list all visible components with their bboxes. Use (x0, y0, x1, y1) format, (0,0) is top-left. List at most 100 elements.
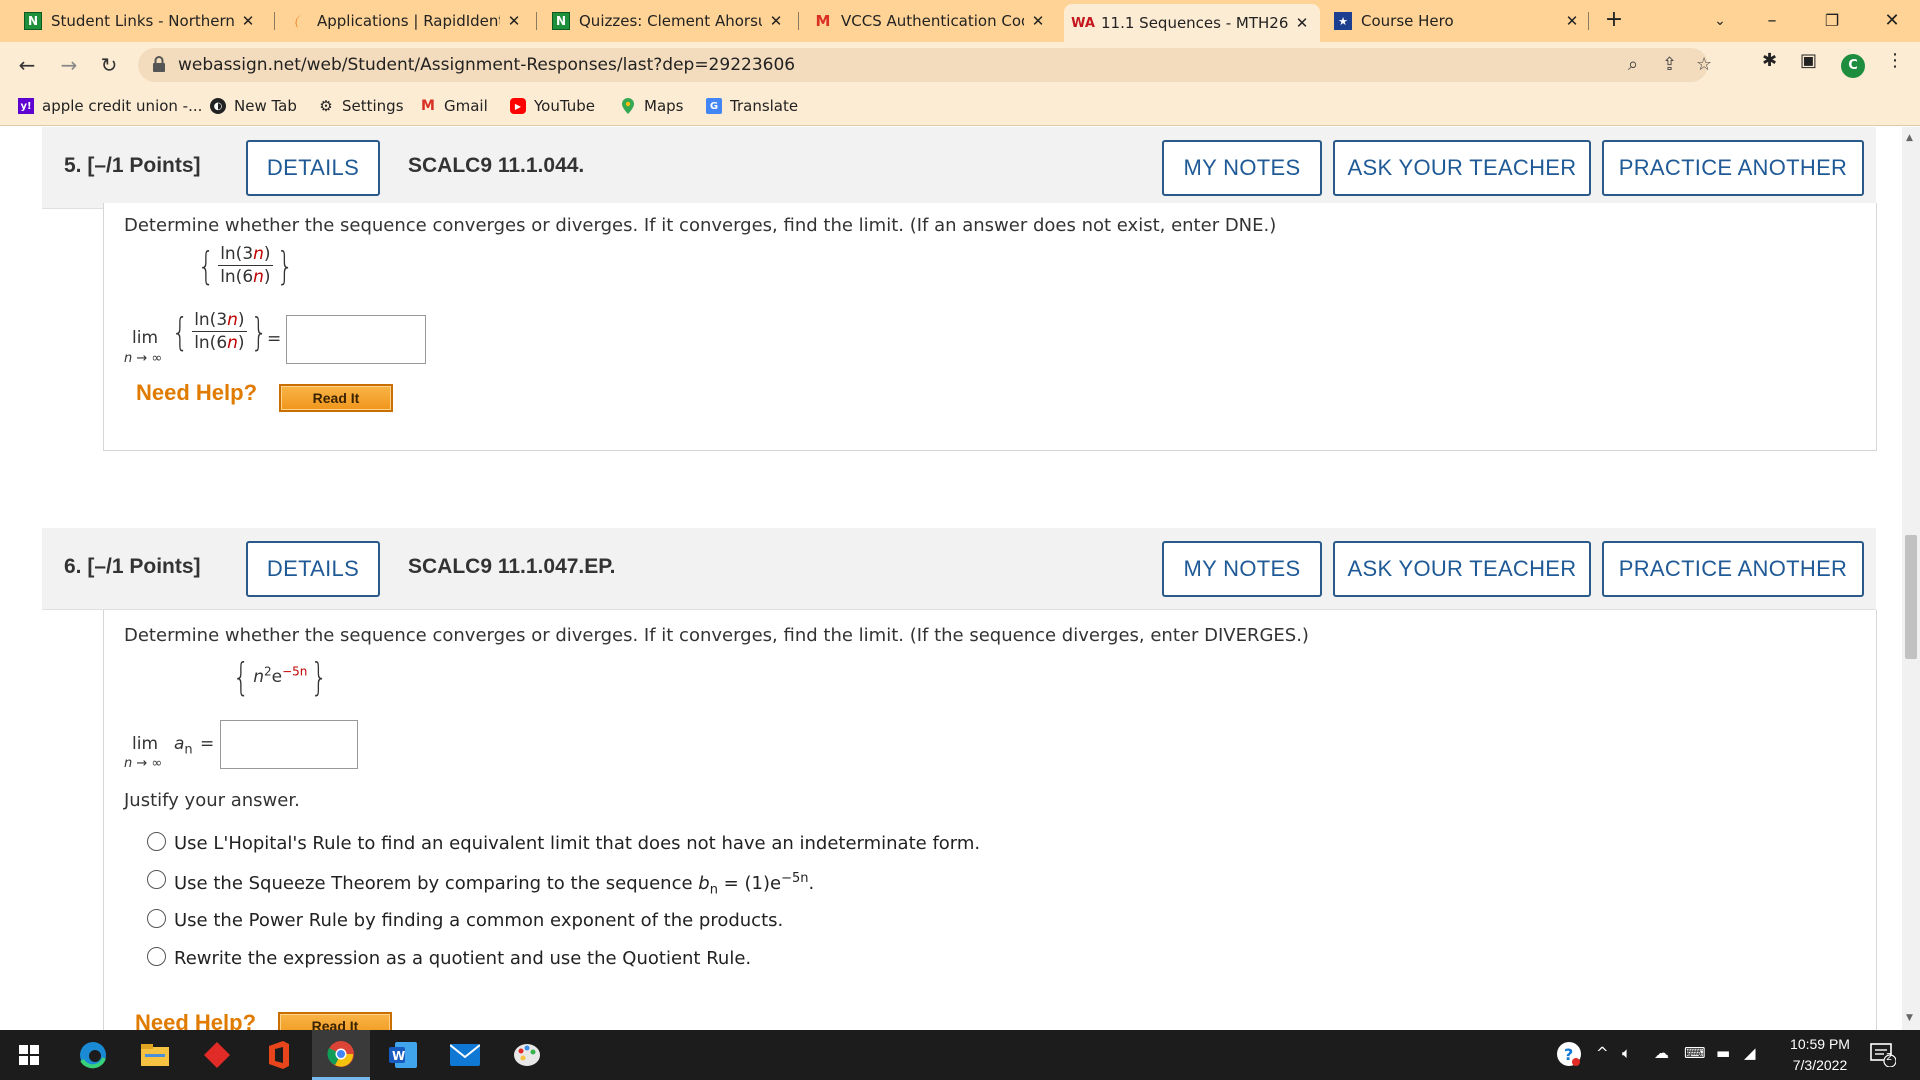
rapididentity-icon (290, 12, 308, 30)
bookmark-settings[interactable]: ⚙ Settings (318, 97, 403, 115)
close-icon[interactable]: ✕ (1030, 12, 1046, 30)
radio-option-3[interactable] (147, 909, 166, 928)
help-icon[interactable]: ? (1556, 1041, 1582, 1071)
radio-option-1[interactable] (147, 832, 166, 851)
mail-icon[interactable] (436, 1030, 494, 1080)
tab-rapididentity[interactable]: Applications | RapidIdentity ✕ (280, 6, 532, 36)
bookmark-new-tab[interactable]: ◐ New Tab (210, 97, 297, 115)
menu-kebab-icon[interactable]: ⋮ (1886, 50, 1904, 71)
onedrive-icon[interactable]: ☁︎ (1654, 1044, 1669, 1062)
question-6-header: 6. [–/1 Points] DETAILS SCALC9 11.1.047.… (42, 528, 1876, 610)
restore-icon[interactable]: ❐ (1812, 6, 1852, 36)
reload-icon[interactable]: ↻ (94, 50, 124, 80)
zoom-icon[interactable]: ⌕ (1628, 54, 1638, 75)
page-scrollbar[interactable]: ▲ ▼ (1902, 127, 1920, 1030)
bookmark-youtube[interactable]: ▶ YouTube (510, 97, 595, 115)
tab-search-chevron-icon[interactable]: ⌄ (1700, 6, 1740, 36)
read-it-button[interactable]: Read It (279, 384, 393, 412)
question-5-number: 5. [–/1 Points] (64, 154, 201, 177)
volume-icon[interactable]: 🔈︎ (1622, 1044, 1631, 1062)
window-close-icon[interactable]: ✕ (1872, 6, 1912, 36)
battery-icon[interactable]: ▬ (1716, 1044, 1730, 1062)
tab-sequences[interactable]: WA 11.1 Sequences - MTH264- ✕ (1064, 4, 1320, 42)
limit-subscript: n → ∞ (124, 756, 163, 771)
tab-divider (1588, 12, 1589, 30)
bookmark-maps[interactable]: Maps (620, 97, 683, 115)
practice-another-button[interactable]: PRACTICE ANOTHER (1602, 541, 1864, 597)
limit-label: lim (132, 734, 159, 754)
bookmark-apple-credit-union[interactable]: y! apple credit union -... (18, 97, 202, 115)
question-5-body: Determine whether the sequence converges… (103, 203, 1877, 451)
practice-another-button[interactable]: PRACTICE ANOTHER (1602, 140, 1864, 196)
radio-option-4[interactable] (147, 947, 166, 966)
new-tab-button[interactable]: + (1600, 6, 1628, 34)
read-it-button[interactable]: Read It (278, 1012, 392, 1030)
my-notes-button[interactable]: MY NOTES (1162, 140, 1322, 196)
question-6-code: SCALC9 11.1.047.EP. (408, 555, 616, 578)
wifi-icon[interactable]: ◢ (1744, 1044, 1756, 1062)
file-explorer-icon[interactable] (126, 1030, 184, 1080)
url-text: webassign.net/web/Student/Assignment-Res… (178, 55, 796, 75)
share-icon[interactable]: ⇪ (1662, 54, 1677, 75)
limit-variable: an (174, 734, 193, 758)
close-icon[interactable]: ✕ (1564, 12, 1580, 30)
clock[interactable]: 10:59 PM 7/3/2022 (1770, 1034, 1870, 1076)
chevron-up-icon[interactable]: ^ (1596, 1044, 1609, 1062)
globe-icon: ◐ (210, 98, 226, 114)
ask-your-teacher-button[interactable]: ASK YOUR TEACHER (1333, 140, 1591, 196)
office-icon[interactable] (250, 1030, 308, 1080)
side-panel-icon[interactable]: ▣ (1800, 50, 1817, 71)
need-help-label: Need Help? (136, 380, 258, 405)
bookmark-translate[interactable]: G Translate (706, 97, 798, 115)
justify-label: Justify your answer. (124, 790, 300, 811)
browser-toolbar: ← → ↻ webassign.net/web/Student/Assignme… (0, 42, 1920, 88)
back-arrow-icon[interactable]: ← (12, 50, 42, 80)
scrollbar-thumb[interactable] (1905, 535, 1917, 659)
word-icon[interactable]: W (374, 1030, 432, 1080)
close-icon[interactable]: ✕ (1294, 14, 1310, 32)
windows-start-icon[interactable] (0, 1030, 58, 1080)
keyboard-icon[interactable]: ⌨︎ (1684, 1044, 1706, 1062)
option-label-1: Use L'Hopital's Rule to find an equivale… (174, 833, 981, 854)
gmail-icon: M (421, 98, 435, 114)
close-icon[interactable]: ✕ (768, 12, 784, 30)
paint-icon[interactable] (498, 1030, 556, 1080)
red-diamond-app-icon[interactable] (188, 1030, 246, 1080)
n-logo-icon: N (24, 12, 42, 30)
close-icon[interactable]: ✕ (240, 12, 256, 30)
answer-input[interactable] (220, 720, 358, 769)
details-button[interactable]: DETAILS (246, 541, 380, 597)
radio-option-2[interactable] (147, 870, 166, 889)
svg-text:W: W (392, 1049, 405, 1063)
translate-icon: G (706, 98, 722, 114)
tab-course-hero[interactable]: ★ Course Hero ✕ (1324, 6, 1590, 36)
bookmark-star-icon[interactable]: ☆ (1696, 54, 1712, 75)
address-bar[interactable]: webassign.net/web/Student/Assignment-Res… (138, 48, 1712, 82)
n-logo-icon: N (552, 12, 570, 30)
forward-arrow-icon[interactable]: → (54, 50, 84, 80)
svg-text:?: ? (1564, 1045, 1573, 1064)
gear-icon: ⚙ (319, 97, 333, 115)
extensions-puzzle-icon[interactable]: ✱ (1762, 50, 1777, 71)
scroll-down-arrow-icon[interactable]: ▼ (1906, 1013, 1913, 1023)
youtube-icon: ▶ (510, 98, 526, 114)
scroll-up-arrow-icon[interactable]: ▲ (1906, 133, 1913, 143)
question-6-prompt: Determine whether the sequence converges… (124, 625, 1309, 646)
notifications-icon[interactable]: 2 (1870, 1043, 1897, 1071)
my-notes-button[interactable]: MY NOTES (1162, 541, 1322, 597)
limit-subscript: n → ∞ (124, 351, 163, 366)
edge-browser-icon[interactable] (64, 1030, 122, 1080)
chrome-icon[interactable] (312, 1030, 370, 1080)
profile-avatar[interactable]: C (1841, 54, 1865, 78)
close-icon[interactable]: ✕ (506, 12, 522, 30)
answer-input[interactable] (286, 315, 426, 364)
ask-your-teacher-button[interactable]: ASK YOUR TEACHER (1333, 541, 1591, 597)
tab-student-links[interactable]: N Student Links - Northern Vi ✕ (14, 6, 266, 36)
bookmark-gmail[interactable]: M Gmail (420, 97, 488, 115)
tab-quizzes[interactable]: N Quizzes: Clement Ahorsu ✕ (542, 6, 794, 36)
tab-vccs[interactable]: M VCCS Authentication Code ✕ (804, 6, 1056, 36)
details-button[interactable]: DETAILS (246, 140, 380, 196)
minimize-icon[interactable]: – (1752, 6, 1792, 36)
limit-label: lim (132, 328, 159, 348)
equals-sign: = (267, 329, 282, 349)
